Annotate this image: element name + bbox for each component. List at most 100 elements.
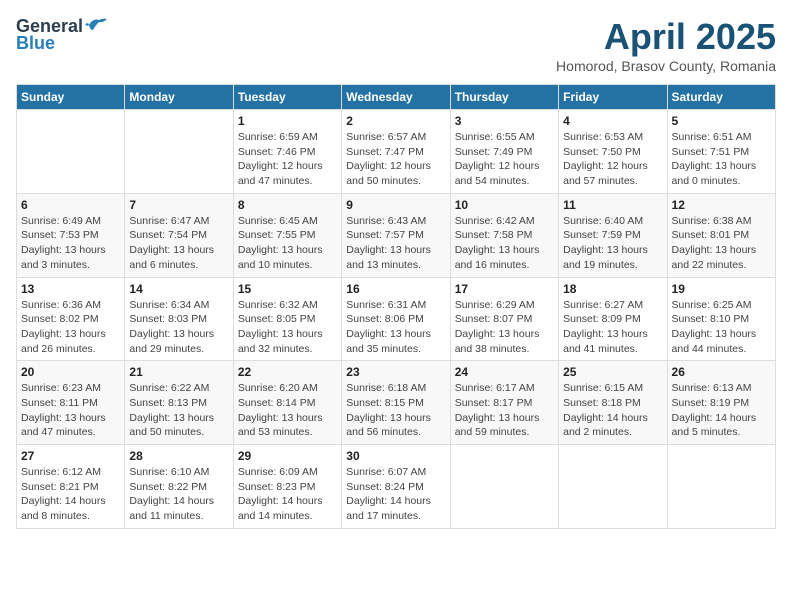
day-info: Sunrise: 6:55 AM Sunset: 7:49 PM Dayligh…	[455, 130, 554, 189]
calendar-cell: 23 Sunrise: 6:18 AM Sunset: 8:15 PM Dayli…	[342, 361, 450, 445]
day-info: Sunrise: 6:09 AM Sunset: 8:23 PM Dayligh…	[238, 465, 337, 524]
day-info: Sunrise: 6:38 AM Sunset: 8:01 PM Dayligh…	[672, 214, 771, 273]
calendar-cell: 3 Sunrise: 6:55 AM Sunset: 7:49 PM Daylig…	[450, 110, 558, 194]
calendar-cell: 18 Sunrise: 6:27 AM Sunset: 8:09 PM Dayli…	[559, 277, 667, 361]
day-number: 7	[129, 198, 228, 212]
calendar-cell: 11Sunrise: 6:40 AM Sunset: 7:59 PM Dayli…	[559, 193, 667, 277]
calendar-week-row: 27 Sunrise: 6:12 AM Sunset: 8:21 PM Dayli…	[17, 445, 776, 529]
day-number: 29	[238, 449, 337, 463]
calendar-cell: 29 Sunrise: 6:09 AM Sunset: 8:23 PM Dayli…	[233, 445, 341, 529]
calendar-cell	[450, 445, 558, 529]
day-number: 4	[563, 114, 662, 128]
calendar-cell: 2Sunrise: 6:57 AM Sunset: 7:47 PM Daylig…	[342, 110, 450, 194]
day-info: Sunrise: 6:29 AM Sunset: 8:07 PM Dayligh…	[455, 298, 554, 357]
page-header: General Blue April 2025 Homorod, Brasov …	[16, 16, 776, 74]
calendar-cell: 14 Sunrise: 6:34 AM Sunset: 8:03 PM Dayli…	[125, 277, 233, 361]
day-number: 21	[129, 365, 228, 379]
logo-bird-icon	[85, 16, 107, 34]
day-number: 26	[672, 365, 771, 379]
calendar-cell: 9 Sunrise: 6:43 AM Sunset: 7:57 PM Daylig…	[342, 193, 450, 277]
calendar-table: SundayMondayTuesdayWednesdayThursdayFrid…	[16, 84, 776, 529]
day-number: 8	[238, 198, 337, 212]
weekday-header-row: SundayMondayTuesdayWednesdayThursdayFrid…	[17, 85, 776, 110]
day-number: 22	[238, 365, 337, 379]
calendar-cell: 10Sunrise: 6:42 AM Sunset: 7:58 PM Dayli…	[450, 193, 558, 277]
weekday-header: Saturday	[667, 85, 775, 110]
day-number: 6	[21, 198, 120, 212]
day-info: Sunrise: 6:18 AM Sunset: 8:15 PM Dayligh…	[346, 381, 445, 440]
weekday-header: Friday	[559, 85, 667, 110]
day-number: 14	[129, 282, 228, 296]
day-number: 30	[346, 449, 445, 463]
calendar-week-row: 13Sunrise: 6:36 AM Sunset: 8:02 PM Dayli…	[17, 277, 776, 361]
day-number: 3	[455, 114, 554, 128]
calendar-cell	[667, 445, 775, 529]
calendar-cell: 1 Sunrise: 6:59 AM Sunset: 7:46 PM Daylig…	[233, 110, 341, 194]
logo-blue: Blue	[16, 33, 55, 54]
calendar-cell: 7 Sunrise: 6:47 AM Sunset: 7:54 PM Daylig…	[125, 193, 233, 277]
day-number: 11	[563, 198, 662, 212]
day-info: Sunrise: 6:17 AM Sunset: 8:17 PM Dayligh…	[455, 381, 554, 440]
day-number: 9	[346, 198, 445, 212]
day-number: 12	[672, 198, 771, 212]
day-info: Sunrise: 6:10 AM Sunset: 8:22 PM Dayligh…	[129, 465, 228, 524]
day-info: Sunrise: 6:32 AM Sunset: 8:05 PM Dayligh…	[238, 298, 337, 357]
day-number: 18	[563, 282, 662, 296]
title-block: April 2025 Homorod, Brasov County, Roman…	[556, 16, 776, 74]
weekday-header: Monday	[125, 85, 233, 110]
day-info: Sunrise: 6:59 AM Sunset: 7:46 PM Dayligh…	[238, 130, 337, 189]
calendar-cell: 28Sunrise: 6:10 AM Sunset: 8:22 PM Dayli…	[125, 445, 233, 529]
day-info: Sunrise: 6:51 AM Sunset: 7:51 PM Dayligh…	[672, 130, 771, 189]
day-info: Sunrise: 6:25 AM Sunset: 8:10 PM Dayligh…	[672, 298, 771, 357]
calendar-cell: 5 Sunrise: 6:51 AM Sunset: 7:51 PM Daylig…	[667, 110, 775, 194]
day-number: 10	[455, 198, 554, 212]
calendar-cell: 13Sunrise: 6:36 AM Sunset: 8:02 PM Dayli…	[17, 277, 125, 361]
day-info: Sunrise: 6:34 AM Sunset: 8:03 PM Dayligh…	[129, 298, 228, 357]
day-info: Sunrise: 6:13 AM Sunset: 8:19 PM Dayligh…	[672, 381, 771, 440]
calendar-week-row: 1 Sunrise: 6:59 AM Sunset: 7:46 PM Daylig…	[17, 110, 776, 194]
calendar-cell: 4Sunrise: 6:53 AM Sunset: 7:50 PM Daylig…	[559, 110, 667, 194]
calendar-cell: 20 Sunrise: 6:23 AM Sunset: 8:11 PM Dayli…	[17, 361, 125, 445]
day-number: 15	[238, 282, 337, 296]
day-number: 23	[346, 365, 445, 379]
day-number: 17	[455, 282, 554, 296]
day-info: Sunrise: 6:27 AM Sunset: 8:09 PM Dayligh…	[563, 298, 662, 357]
calendar-cell: 6Sunrise: 6:49 AM Sunset: 7:53 PM Daylig…	[17, 193, 125, 277]
calendar-cell: 19Sunrise: 6:25 AM Sunset: 8:10 PM Dayli…	[667, 277, 775, 361]
day-number: 27	[21, 449, 120, 463]
day-number: 5	[672, 114, 771, 128]
day-info: Sunrise: 6:20 AM Sunset: 8:14 PM Dayligh…	[238, 381, 337, 440]
weekday-header: Sunday	[17, 85, 125, 110]
calendar-cell: 26 Sunrise: 6:13 AM Sunset: 8:19 PM Dayli…	[667, 361, 775, 445]
calendar-cell	[17, 110, 125, 194]
day-number: 20	[21, 365, 120, 379]
calendar-cell: 17 Sunrise: 6:29 AM Sunset: 8:07 PM Dayli…	[450, 277, 558, 361]
day-number: 16	[346, 282, 445, 296]
calendar-cell: 25Sunrise: 6:15 AM Sunset: 8:18 PM Dayli…	[559, 361, 667, 445]
calendar-cell: 8 Sunrise: 6:45 AM Sunset: 7:55 PM Daylig…	[233, 193, 341, 277]
day-info: Sunrise: 6:43 AM Sunset: 7:57 PM Dayligh…	[346, 214, 445, 273]
calendar-cell: 16 Sunrise: 6:31 AM Sunset: 8:06 PM Dayli…	[342, 277, 450, 361]
day-info: Sunrise: 6:12 AM Sunset: 8:21 PM Dayligh…	[21, 465, 120, 524]
day-number: 1	[238, 114, 337, 128]
month-title: April 2025	[556, 16, 776, 58]
day-info: Sunrise: 6:07 AM Sunset: 8:24 PM Dayligh…	[346, 465, 445, 524]
day-info: Sunrise: 6:22 AM Sunset: 8:13 PM Dayligh…	[129, 381, 228, 440]
day-info: Sunrise: 6:47 AM Sunset: 7:54 PM Dayligh…	[129, 214, 228, 273]
calendar-cell: 27 Sunrise: 6:12 AM Sunset: 8:21 PM Dayli…	[17, 445, 125, 529]
day-info: Sunrise: 6:57 AM Sunset: 7:47 PM Dayligh…	[346, 130, 445, 189]
day-info: Sunrise: 6:45 AM Sunset: 7:55 PM Dayligh…	[238, 214, 337, 273]
day-number: 24	[455, 365, 554, 379]
calendar-cell: 30 Sunrise: 6:07 AM Sunset: 8:24 PM Dayli…	[342, 445, 450, 529]
logo: General Blue	[16, 16, 107, 54]
day-info: Sunrise: 6:23 AM Sunset: 8:11 PM Dayligh…	[21, 381, 120, 440]
calendar-cell: 24 Sunrise: 6:17 AM Sunset: 8:17 PM Dayli…	[450, 361, 558, 445]
calendar-cell: 15 Sunrise: 6:32 AM Sunset: 8:05 PM Dayli…	[233, 277, 341, 361]
calendar-week-row: 20 Sunrise: 6:23 AM Sunset: 8:11 PM Dayli…	[17, 361, 776, 445]
weekday-header: Tuesday	[233, 85, 341, 110]
day-info: Sunrise: 6:15 AM Sunset: 8:18 PM Dayligh…	[563, 381, 662, 440]
calendar-cell: 21 Sunrise: 6:22 AM Sunset: 8:13 PM Dayli…	[125, 361, 233, 445]
day-info: Sunrise: 6:31 AM Sunset: 8:06 PM Dayligh…	[346, 298, 445, 357]
day-info: Sunrise: 6:36 AM Sunset: 8:02 PM Dayligh…	[21, 298, 120, 357]
calendar-cell	[125, 110, 233, 194]
